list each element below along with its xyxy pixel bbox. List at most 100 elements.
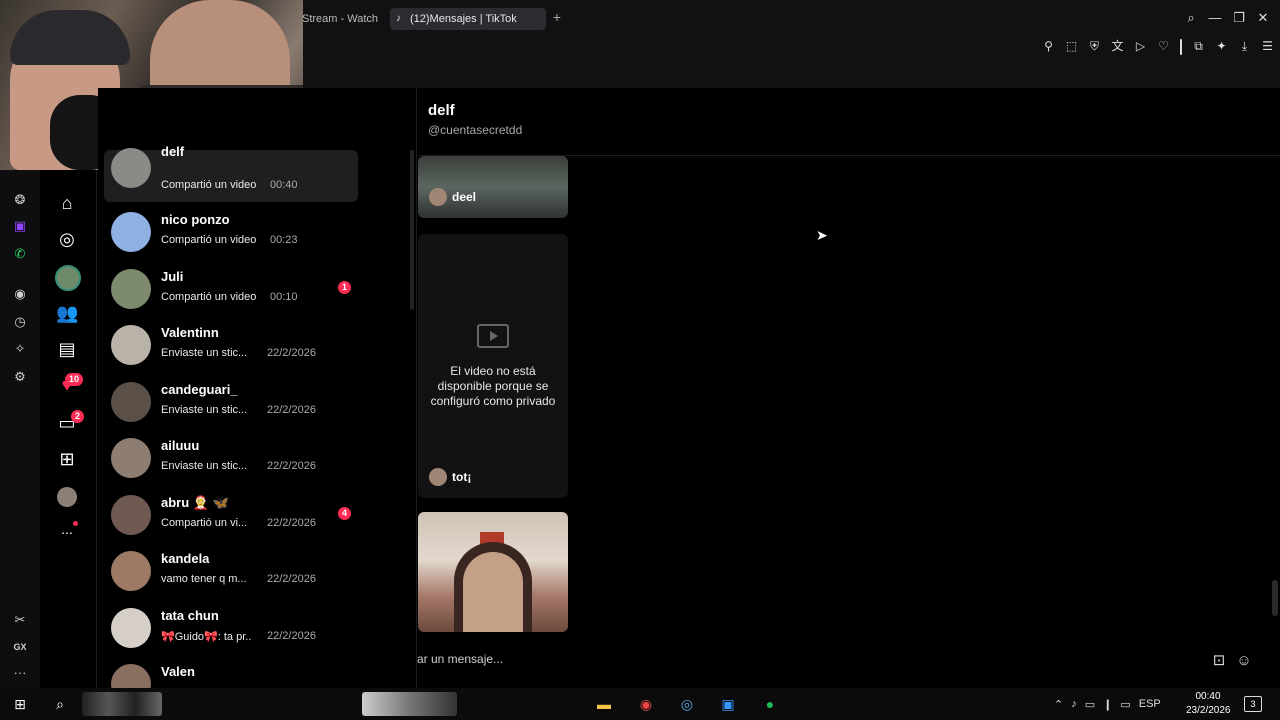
conversation-scrollbar[interactable] bbox=[410, 150, 414, 310]
heart-icon[interactable]: ♡ bbox=[1155, 38, 1172, 55]
conversation-item[interactable]: Juli Compartió un video 00:10 1 bbox=[104, 263, 358, 315]
tab-stream-watch[interactable]: Stream - Watch bbox=[296, 8, 384, 30]
toolbar-divider bbox=[1180, 39, 1182, 55]
messages-badge: 2 bbox=[71, 410, 85, 423]
windows-start-icon[interactable]: ⊞ bbox=[11, 695, 29, 713]
tab-tiktok-messages[interactable]: ♪ (12)Mensajes | TikTok bbox=[390, 8, 546, 30]
puzzle-icon[interactable]: ✦ bbox=[1213, 38, 1230, 55]
tab-label: (12)Mensajes | TikTok bbox=[410, 13, 517, 25]
new-tab-button[interactable]: + bbox=[550, 10, 564, 24]
avatar bbox=[111, 608, 151, 648]
browser-toolbar: ⚲ ⬚ ⛨ 文 ▷ ♡ ⧉ ✦ ⤓ ☰ bbox=[1040, 38, 1276, 56]
notifications-button[interactable]: 3 bbox=[1244, 696, 1262, 712]
language-indicator[interactable]: ESP bbox=[1139, 698, 1161, 710]
friends-icon[interactable]: 👥 bbox=[56, 302, 78, 324]
gx-label[interactable]: GX bbox=[12, 639, 28, 655]
conversation-name: Juli bbox=[161, 269, 184, 284]
activity-badge: 10 bbox=[65, 373, 84, 386]
avatar bbox=[111, 495, 151, 535]
whatsapp-icon[interactable]: ✆ bbox=[12, 246, 28, 262]
app-icon[interactable]: ▣ bbox=[719, 695, 737, 713]
video-author: tot¡ bbox=[429, 468, 471, 486]
history-icon[interactable]: ◷ bbox=[12, 314, 28, 330]
following-avatar[interactable] bbox=[55, 265, 81, 291]
snapshot-icon[interactable]: ⬚ bbox=[1063, 38, 1080, 55]
explore-icon[interactable]: ◎ bbox=[56, 228, 78, 250]
chatgpt-icon[interactable]: ❂ bbox=[12, 192, 28, 208]
chrome-icon[interactable]: ◉ bbox=[637, 695, 655, 713]
extensions-icon[interactable]: ⧉ bbox=[1190, 38, 1207, 55]
download-icon[interactable]: ⤓ bbox=[1236, 38, 1253, 55]
conversation-item[interactable]: candeguari_ Enviaste un stic... 22/2/202… bbox=[104, 376, 358, 428]
opera-gx-icon[interactable]: ◎ bbox=[678, 695, 696, 713]
conversation-preview: Compartió un video bbox=[161, 234, 257, 246]
live-icon[interactable]: ▤ bbox=[56, 338, 78, 360]
author-avatar bbox=[429, 188, 447, 206]
page-scrollbar[interactable] bbox=[1272, 580, 1278, 616]
file-explorer-icon[interactable]: ▬ bbox=[595, 695, 613, 713]
author-avatar bbox=[429, 468, 447, 486]
image-upload-icon[interactable]: ⊡ bbox=[1210, 652, 1228, 670]
search-icon[interactable]: ⌕ bbox=[1184, 10, 1198, 26]
home-icon[interactable]: ⌂ bbox=[56, 192, 78, 214]
conversation-item[interactable]: abru 🤶 🦋 Compartió un vi... 22/2/2026 4 bbox=[104, 489, 358, 541]
conversation-preview: Enviaste un stic... bbox=[161, 347, 248, 359]
conversation-item[interactable]: delf Compartió un video 00:40 bbox=[104, 144, 358, 202]
microphone-icon[interactable]: ❙ bbox=[1103, 698, 1112, 711]
taskbar-search-icon[interactable]: ⌕ bbox=[51, 695, 69, 713]
spotify-taskbar-icon[interactable]: ● bbox=[761, 695, 779, 713]
twitch-icon[interactable]: ▣ bbox=[12, 218, 28, 234]
chat-contact-name[interactable]: delf bbox=[428, 102, 455, 119]
conversation-item[interactable]: nico ponzo Compartió un video 00:23 bbox=[104, 206, 358, 258]
restore-button[interactable]: ❐ bbox=[1232, 10, 1246, 26]
shared-video-card[interactable]: deel bbox=[418, 156, 568, 218]
speaker-icon[interactable]: ♪ bbox=[1071, 698, 1077, 710]
network-icon[interactable]: ▭ bbox=[1120, 698, 1130, 711]
sidebar-tools-icon[interactable]: ✂ bbox=[12, 612, 28, 628]
author-name: tot¡ bbox=[452, 470, 472, 484]
pin-icon[interactable]: ⚲ bbox=[1040, 38, 1057, 55]
conversation-time: 00:40 bbox=[270, 179, 298, 191]
taskbar-thumbnail bbox=[362, 692, 457, 716]
shared-video-card[interactable] bbox=[418, 512, 568, 632]
video-unavailable-text: El video no está disponible porque se co… bbox=[430, 364, 556, 408]
tiktok-icon: ♪ bbox=[396, 13, 401, 24]
conversation-preview: 🎀Guido🎀: ta pr... bbox=[161, 631, 251, 643]
emoji-icon[interactable]: ☺ bbox=[1235, 652, 1253, 670]
profile-avatar[interactable] bbox=[57, 487, 77, 507]
conversation-name: Valen bbox=[161, 664, 195, 679]
conversation-item[interactable]: Valentinn Enviaste un stic... 22/2/2026 bbox=[104, 319, 358, 371]
taskbar-clock[interactable]: 00:40 23/2/2026 bbox=[1186, 690, 1231, 718]
upload-icon[interactable]: ⊞ bbox=[56, 448, 78, 470]
sidebar-more-button[interactable]: ··· bbox=[12, 665, 28, 681]
conversation-name: tata chun bbox=[161, 608, 219, 623]
avatar bbox=[111, 212, 151, 252]
settings-icon[interactable]: ⚙ bbox=[12, 369, 28, 385]
camera-icon[interactable]: ▭ bbox=[1085, 698, 1095, 711]
conversation-item[interactable]: Valen bbox=[104, 658, 358, 688]
conversation-item[interactable]: tata chun 🎀Guido🎀: ta pr... 22/2/2026 bbox=[104, 602, 358, 654]
translate-icon[interactable]: 文 bbox=[1109, 38, 1126, 55]
avatar bbox=[111, 664, 151, 688]
play-icon[interactable]: ▷ bbox=[1132, 38, 1149, 55]
conversation-preview: Enviaste un stic... bbox=[161, 404, 248, 416]
extensions-sidebar-icon[interactable]: ✧ bbox=[12, 341, 28, 357]
chat-header: delf @cuentasecretdd bbox=[417, 88, 1280, 156]
tray-overflow-icon[interactable]: ⌃ bbox=[1054, 698, 1063, 711]
chat-contact-handle[interactable]: @cuentasecretdd bbox=[428, 123, 522, 137]
avatar bbox=[111, 438, 151, 478]
message-input[interactable] bbox=[417, 644, 1197, 674]
menu-icon[interactable]: ☰ bbox=[1259, 38, 1276, 55]
conversation-preview: Compartió un video bbox=[161, 291, 257, 303]
close-button[interactable]: ✕ bbox=[1256, 10, 1270, 26]
conversation-item[interactable]: kandela vamo tener q m... 22/2/2026 bbox=[104, 545, 358, 597]
shared-video-card[interactable]: El video no está disponible porque se co… bbox=[418, 234, 568, 498]
author-name: deel bbox=[452, 190, 477, 204]
video-thumbnail-face bbox=[463, 552, 523, 632]
conversation-time: 00:10 bbox=[270, 291, 298, 303]
spotify-icon[interactable]: ◉ bbox=[12, 286, 28, 302]
video-author: deel bbox=[429, 188, 476, 206]
conversation-item[interactable]: ailuuu Enviaste un stic... 22/2/2026 bbox=[104, 432, 358, 484]
minimize-button[interactable]: — bbox=[1208, 10, 1222, 26]
shield-icon[interactable]: ⛨ bbox=[1086, 38, 1103, 55]
